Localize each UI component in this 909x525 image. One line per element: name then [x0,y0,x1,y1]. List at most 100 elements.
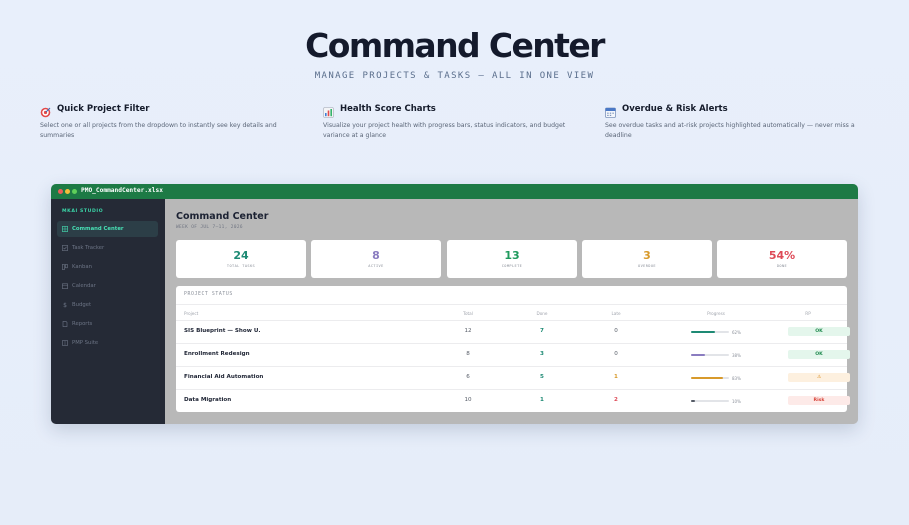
stat-card-done: 54% DONE [717,240,847,278]
sidebar-item-command-center[interactable]: Command Center [57,221,158,237]
close-window-dot[interactable] [58,189,63,194]
feature-title: Health Score Charts [340,103,436,114]
maximize-window-dot[interactable] [72,189,77,194]
dashboard-date-range: WEEK OF JUL 7–11, 2026 [176,225,243,230]
project-name: Data Migration [184,397,232,403]
stat-card-complete: 13 COMPLETE [447,240,577,278]
kanban-icon [62,264,68,270]
window-titlebar: PMO_CommandCenter.xlsx [51,184,858,199]
sidebar-item-pmp-suite[interactable]: PMP Suite [57,335,158,351]
dashboard-main: Command Center WEEK OF JUL 7–11, 2026 24… [165,199,858,424]
project-name: Enrollment Redesign [184,351,250,357]
stat-value: 3 [643,249,651,262]
status-badge: ⚠ [788,373,850,382]
table-row[interactable]: Enrollment Redesign 8 3 0 38% OK [176,344,850,366]
svg-text:$: $ [63,302,67,308]
progress-bar [691,400,729,402]
calendar-icon [605,103,616,118]
checklist-icon [62,245,68,251]
sidebar-item-label: Kanban [72,264,92,270]
sidebar-item-label: Calendar [72,283,96,289]
late-cell: 0 [614,328,618,334]
column-header-late[interactable]: Late [596,311,636,316]
project-name: SIS Blueprint — Show U. [184,328,261,334]
done-cell: 7 [540,328,544,334]
sidebar-item-reports[interactable]: Reports [57,316,158,332]
done-cell: 1 [540,397,544,403]
sidebar: MKAI STUDIO Command Center Task Tracker … [51,199,165,424]
stat-card-overdue: 3 OVERDUE [582,240,712,278]
project-name: Financial Aid Automation [184,374,264,380]
sidebar-item-label: Task Tracker [72,245,105,251]
book-icon [62,340,68,346]
calendar-icon [62,283,68,289]
column-header-progress[interactable]: Progress [691,311,741,316]
sidebar-item-label: PMP Suite [72,340,99,346]
table-row[interactable]: SIS Blueprint — Show U. 12 7 0 62% OK [176,321,850,343]
stat-card-active: 8 ACTIVE [311,240,441,278]
late-cell: 2 [614,397,618,403]
column-header-total[interactable]: Total [448,311,488,316]
status-badge: OK [788,350,850,359]
sidebar-item-budget[interactable]: $ Budget [57,297,158,313]
table-row[interactable]: Data Migration 10 1 2 10% Risk [176,390,850,412]
minimize-window-dot[interactable] [65,189,70,194]
bar-chart-icon [323,103,334,118]
stat-value: 24 [233,249,249,262]
sidebar-item-kanban[interactable]: Kanban [57,259,158,275]
status-badge: OK [788,327,850,336]
window-filename: PMO_CommandCenter.xlsx [81,187,163,194]
table-row[interactable]: Financial Aid Automation 6 5 1 83% ⚠ [176,367,850,389]
progress-percent: 38% [732,353,741,358]
column-header-project[interactable]: Project [184,311,198,316]
stat-value: 54% [768,249,796,262]
done-cell: 5 [540,374,544,380]
total-cell: 8 [466,351,470,357]
progress-bar [691,354,729,356]
stat-label: ACTIVE [368,264,384,268]
project-status-panel: PROJECT STATUS Project Total Done Late P… [176,286,850,412]
feature-title: Overdue & Risk Alerts [622,103,728,114]
total-cell: 12 [464,328,472,334]
sidebar-item-calendar[interactable]: Calendar [57,278,158,294]
late-cell: 0 [614,351,618,357]
column-header-done[interactable]: Done [522,311,562,316]
progress-bar-fill [691,400,695,402]
page-title: Command Center [305,26,605,65]
stat-card-total-tasks: 24 TOTAL TASKS [176,240,306,278]
feature-quick-project-filter: Quick Project Filter Select one or all p… [40,102,302,141]
column-header-rp[interactable]: RP [788,311,828,316]
feature-description: Visualize your project health with progr… [323,122,566,139]
sidebar-item-task-tracker[interactable]: Task Tracker [57,240,158,256]
sidebar-item-label: Budget [72,302,92,308]
total-cell: 6 [466,374,470,380]
feature-health-score-charts: Health Score Charts Visualize your proje… [323,102,585,141]
page-subtitle: MANAGE PROJECTS & TASKS — ALL IN ONE VIE… [314,71,595,81]
brand-label: MKAI STUDIO [62,209,104,214]
feature-description: Select one or all projects from the drop… [40,122,277,139]
sidebar-item-label: Command Center [72,226,124,232]
progress-percent: 10% [732,399,741,404]
status-badge: Risk [788,396,850,405]
feature-overdue-risk-alerts: Overdue & Risk Alerts See overdue tasks … [605,102,867,141]
sidebar-item-label: Reports [72,321,93,327]
stat-value: 13 [504,249,520,262]
progress-percent: 83% [732,376,741,381]
progress-percent: 62% [732,330,741,335]
feature-description: See overdue tasks and at-risk projects h… [605,122,855,139]
feature-list: Quick Project Filter Select one or all p… [40,102,870,146]
progress-bar-fill [691,377,723,379]
total-cell: 10 [464,397,472,403]
document-icon [62,321,68,327]
stat-label: OVERDUE [638,264,656,268]
grid-icon [62,226,68,232]
progress-bar-fill [691,331,715,333]
target-icon [40,103,51,118]
dollar-icon: $ [62,302,68,309]
stat-label: COMPLETE [501,264,523,268]
dashboard-title: Command Center [176,211,269,222]
stat-label: TOTAL TASKS [226,264,256,268]
panel-title: PROJECT STATUS [184,292,233,297]
divider [176,304,847,305]
progress-bar [691,331,729,333]
